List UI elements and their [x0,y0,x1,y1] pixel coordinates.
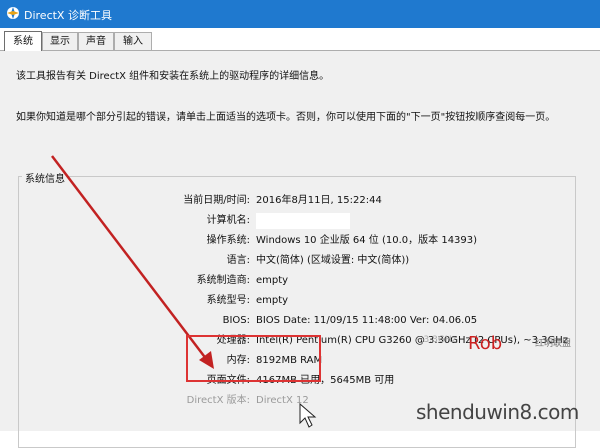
watermark-site: shenduwin8.com [416,400,579,424]
watermark-ghost-text: ~3.3GHz [416,335,457,345]
mouse-pointer-icon [299,402,317,428]
watermark-badge: Rob [468,333,503,354]
watermark-small-text: 红明联盟 [535,339,572,349]
